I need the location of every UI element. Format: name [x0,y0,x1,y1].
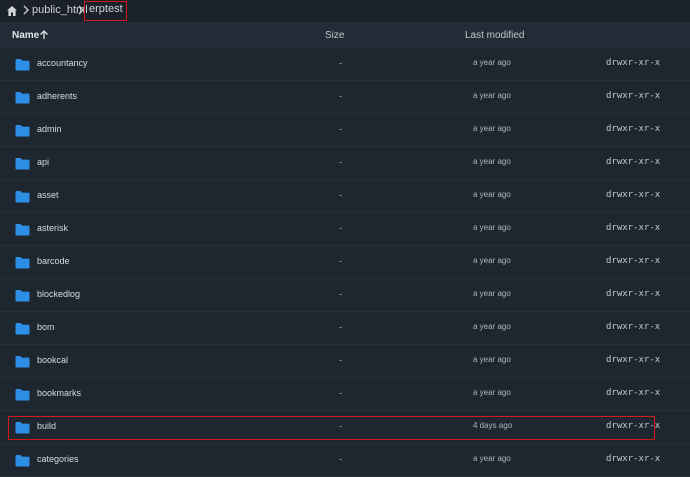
file-permissions: drwxr-xr-x [606,58,661,68]
file-last-modified: a year ago [473,58,511,67]
file-last-modified: a year ago [473,124,511,133]
file-size: - [339,256,342,266]
file-name[interactable]: blockedlog [37,289,80,299]
folder-icon [15,158,30,170]
file-permissions: drwxr-xr-x [606,322,661,332]
file-name[interactable]: bookmarks [37,388,81,398]
file-name[interactable]: bookcal [37,355,68,365]
file-permissions: drwxr-xr-x [606,124,661,134]
file-row[interactable]: admin - a year ago drwxr-xr-x [0,114,690,147]
file-row[interactable]: categories - a year ago drwxr-xr-x [0,444,690,477]
column-header-last-modified[interactable]: Last modified [465,30,524,41]
file-last-modified: a year ago [473,454,511,463]
column-header-name[interactable]: Name [12,30,39,41]
file-size: - [339,157,342,167]
file-name[interactable]: admin [37,124,62,134]
file-name[interactable]: barcode [37,256,70,266]
chevron-right-icon [23,5,29,15]
file-row[interactable]: accountancy - a year ago drwxr-xr-x [0,48,690,81]
file-last-modified: a year ago [473,256,511,265]
file-last-modified: a year ago [473,223,511,232]
file-last-modified: a year ago [473,289,511,298]
folder-icon [15,389,30,401]
table-header: Name Size Last modified [0,22,690,49]
file-size: - [339,421,342,431]
file-permissions: drwxr-xr-x [606,190,661,200]
file-row[interactable]: build - 4 days ago drwxr-xr-x [0,411,690,444]
file-size: - [339,355,342,365]
file-permissions: drwxr-xr-x [606,256,661,266]
folder-icon [15,59,30,71]
file-row[interactable]: blockedlog - a year ago drwxr-xr-x [0,279,690,312]
file-row[interactable]: barcode - a year ago drwxr-xr-x [0,246,690,279]
column-header-size[interactable]: Size [325,30,344,41]
file-size: - [339,322,342,332]
file-permissions: drwxr-xr-x [606,157,661,167]
file-last-modified: a year ago [473,190,511,199]
folder-icon [15,191,30,203]
file-row[interactable]: api - a year ago drwxr-xr-x [0,147,690,180]
home-icon[interactable] [6,5,18,17]
file-size: - [339,388,342,398]
file-last-modified: a year ago [473,388,511,397]
file-permissions: drwxr-xr-x [606,91,661,101]
file-row[interactable]: bom - a year ago drwxr-xr-x [0,312,690,345]
file-size: - [339,289,342,299]
file-name[interactable]: asset [37,190,59,200]
file-last-modified: a year ago [473,355,511,364]
folder-icon [15,422,30,434]
file-last-modified: a year ago [473,157,511,166]
folder-icon [15,290,30,302]
folder-icon [15,92,30,104]
file-permissions: drwxr-xr-x [606,223,661,233]
file-permissions: drwxr-xr-x [606,355,661,365]
file-permissions: drwxr-xr-x [606,388,661,398]
arrow-up-icon[interactable] [39,30,49,40]
folder-icon [15,224,30,236]
file-row[interactable]: bookmarks - a year ago drwxr-xr-x [0,378,690,411]
file-row[interactable]: adherents - a year ago drwxr-xr-x [0,81,690,114]
file-name[interactable]: adherents [37,91,77,101]
file-last-modified: a year ago [473,322,511,331]
file-size: - [339,58,342,68]
file-size: - [339,190,342,200]
file-last-modified: a year ago [473,91,511,100]
file-name[interactable]: build [37,421,56,431]
folder-icon [15,125,30,137]
file-last-modified: 4 days ago [473,421,513,430]
file-name[interactable]: accountancy [37,58,88,68]
file-size: - [339,223,342,233]
breadcrumb-bar: public_html erptest [0,0,690,22]
folder-icon [15,356,30,368]
folder-icon [15,455,30,467]
file-name[interactable]: api [37,157,49,167]
file-name[interactable]: bom [37,322,55,332]
file-permissions: drwxr-xr-x [606,289,661,299]
folder-icon [15,323,30,335]
file-row[interactable]: asterisk - a year ago drwxr-xr-x [0,213,690,246]
file-permissions: drwxr-xr-x [606,421,661,431]
file-name[interactable]: asterisk [37,223,68,233]
file-row[interactable]: bookcal - a year ago drwxr-xr-x [0,345,690,378]
file-size: - [339,91,342,101]
folder-icon [15,257,30,269]
file-size: - [339,124,342,134]
file-row[interactable]: asset - a year ago drwxr-xr-x [0,180,690,213]
breadcrumb-item-erptest[interactable]: erptest [84,1,127,21]
